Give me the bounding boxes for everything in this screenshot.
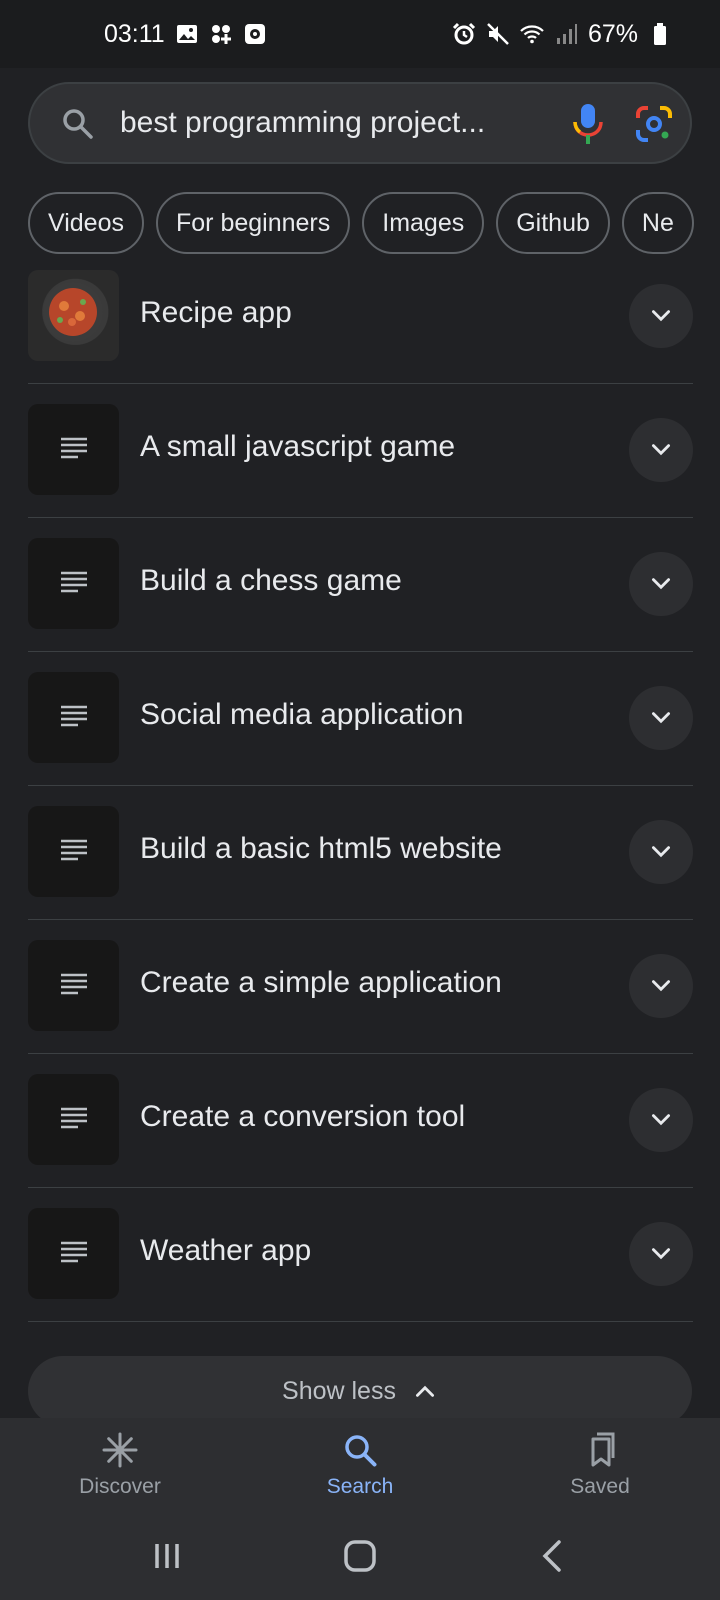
result-title: A small javascript game: [140, 430, 456, 463]
expand-button[interactable]: [629, 284, 693, 348]
saved-icon: [591, 1432, 615, 1467]
status-time: 03:11: [104, 19, 165, 48]
nav-search-label: Search: [326, 1475, 394, 1498]
list-item[interactable]: Create a simple application: [28, 920, 693, 1054]
lens-camera-icon[interactable]: [634, 104, 674, 144]
wifi-icon: [520, 22, 544, 46]
microphone-icon[interactable]: [568, 102, 608, 146]
nav-discover[interactable]: Discover: [30, 1431, 210, 1499]
nav-saved[interactable]: Saved: [510, 1431, 690, 1499]
apps-icon: [209, 22, 233, 46]
expand-button[interactable]: [629, 820, 693, 884]
list-item[interactable]: Weather app: [28, 1188, 693, 1322]
chip-images[interactable]: Images: [362, 192, 485, 254]
article-icon: [28, 672, 119, 763]
show-less-button[interactable]: Show less: [28, 1356, 692, 1426]
expand-button[interactable]: [629, 1222, 693, 1286]
chevron-down-icon: [652, 578, 670, 590]
show-less-label: Show less: [282, 1376, 396, 1405]
nav-search[interactable]: Search: [270, 1431, 450, 1499]
status-right: 67%: [452, 20, 672, 49]
article-icon: [28, 1208, 119, 1299]
list-item[interactable]: Create a conversion tool: [28, 1054, 693, 1188]
result-title: Recipe app: [140, 296, 292, 329]
result-title: Create a simple application: [140, 966, 502, 999]
expand-button[interactable]: [629, 418, 693, 482]
chip-for-beginners[interactable]: For beginners: [156, 192, 351, 254]
signal-icon: [554, 22, 578, 46]
chevron-down-icon: [652, 846, 670, 858]
result-title: Build a chess game: [140, 564, 402, 597]
battery-icon: [648, 22, 672, 46]
recent-apps-icon[interactable]: [147, 1536, 187, 1576]
bottom-navigation: Discover Search Saved: [0, 1418, 720, 1512]
expand-button[interactable]: [629, 552, 693, 616]
battery-percent: 67%: [587, 19, 638, 48]
article-icon: [28, 1074, 119, 1165]
mute-icon: [486, 22, 510, 46]
search-icon: [345, 1435, 377, 1467]
search-bar[interactable]: best programming project...: [28, 82, 692, 164]
nav-saved-label: Saved: [570, 1475, 630, 1498]
system-navigation-bar: [0, 1512, 720, 1600]
article-icon: [28, 538, 119, 629]
discover-icon: [102, 1432, 138, 1468]
list-item[interactable]: Recipe app: [28, 250, 693, 384]
result-title: Social media application: [140, 698, 464, 731]
search-icon[interactable]: [60, 106, 96, 142]
search-header: best programming project... Videos For b…: [0, 68, 720, 274]
back-icon[interactable]: [533, 1536, 573, 1576]
nav-discover-label: Discover: [79, 1475, 161, 1498]
home-icon[interactable]: [340, 1536, 380, 1576]
chevron-down-icon: [652, 444, 670, 456]
chevron-down-icon: [652, 712, 670, 724]
alarm-icon: [452, 22, 476, 46]
chevron-up-icon: [415, 1385, 434, 1397]
status-left: 03:11: [104, 20, 267, 49]
list-item[interactable]: Build a basic html5 website: [28, 786, 693, 920]
article-icon: [28, 940, 119, 1031]
chevron-down-icon: [652, 1114, 670, 1126]
article-icon: [28, 806, 119, 897]
chip-github[interactable]: Github: [496, 192, 610, 254]
food-image: [28, 270, 119, 361]
result-title: Weather app: [140, 1234, 312, 1267]
image-icon: [175, 22, 199, 46]
chevron-down-icon: [652, 310, 670, 322]
screen-record-icon: [243, 22, 267, 46]
chip-partial[interactable]: Ne: [621, 192, 694, 254]
expand-button[interactable]: [629, 954, 693, 1018]
list-item[interactable]: A small javascript game: [28, 384, 693, 518]
list-item[interactable]: Build a chess game: [28, 518, 693, 652]
article-icon: [28, 404, 119, 495]
chevron-down-icon: [652, 980, 670, 992]
search-input[interactable]: best programming project...: [120, 106, 520, 140]
chevron-down-icon: [652, 1248, 670, 1260]
expand-button[interactable]: [629, 1088, 693, 1152]
expand-button[interactable]: [629, 686, 693, 750]
filter-chips: Videos For beginners Images Github Ne: [28, 192, 694, 256]
list-item[interactable]: Social media application: [28, 652, 693, 786]
status-bar: 03:11 67%: [0, 0, 720, 68]
result-title: Build a basic html5 website: [140, 832, 502, 865]
result-title: Create a conversion tool: [140, 1100, 466, 1133]
chip-videos[interactable]: Videos: [28, 192, 144, 254]
